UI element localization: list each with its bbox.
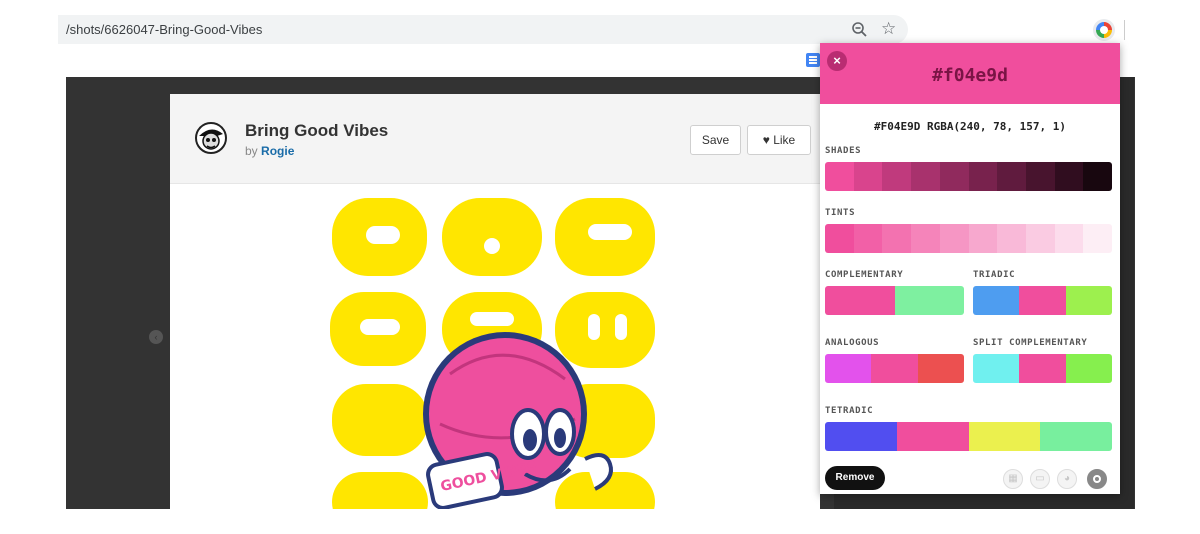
shades-swatch[interactable]	[911, 162, 940, 191]
tints-swatches	[825, 224, 1112, 253]
tints-swatch[interactable]	[853, 224, 883, 253]
tints-swatch[interactable]	[825, 224, 854, 253]
shades-swatch[interactable]	[1083, 162, 1112, 191]
save-button[interactable]: Save	[690, 125, 741, 155]
tints-swatch[interactable]	[911, 224, 940, 253]
analogous-swatches	[825, 354, 964, 383]
shades-swatch[interactable]	[939, 162, 969, 191]
shades-swatch[interactable]	[1054, 162, 1084, 191]
tetradic-swatch[interactable]	[1040, 422, 1112, 451]
triadic-label: TRIADIC	[973, 270, 1016, 280]
shot-byline: by Rogie	[245, 144, 294, 158]
split-complementary-swatch[interactable]	[1019, 354, 1066, 383]
address-bar[interactable]: /shots/6626047-Bring-Good-Vibes	[58, 15, 908, 44]
shot-card: Bring Good Vibes by Rogie Save ♥ Like GO…	[170, 94, 820, 509]
analogous-swatch[interactable]	[871, 354, 918, 383]
shades-swatch[interactable]	[825, 162, 854, 191]
shot-header: Bring Good Vibes by Rogie Save ♥ Like	[170, 94, 820, 184]
shades-swatch[interactable]	[882, 162, 912, 191]
split-complementary-swatch[interactable]	[1065, 354, 1112, 383]
tetradic-label: TETRADIC	[825, 406, 874, 416]
color-wheel-icon[interactable]	[1087, 469, 1107, 489]
byline-prefix: by	[245, 144, 258, 158]
analogous-swatch[interactable]	[917, 354, 964, 383]
triadic-swatch[interactable]	[1019, 286, 1066, 315]
url-text: /shots/6626047-Bring-Good-Vibes	[66, 22, 263, 37]
shot-title: Bring Good Vibes	[245, 121, 389, 140]
shades-swatch[interactable]	[968, 162, 998, 191]
shades-swatch[interactable]	[1025, 162, 1055, 191]
tints-swatch[interactable]	[997, 224, 1026, 253]
previous-arrow-icon[interactable]: ‹	[149, 330, 163, 344]
triadic-swatch[interactable]	[973, 286, 1020, 315]
tetradic-swatch[interactable]	[825, 422, 897, 451]
split-complementary-swatches	[973, 354, 1112, 383]
docs-extension-icon[interactable]	[806, 53, 820, 67]
toolbar-divider	[1124, 20, 1125, 40]
remove-button[interactable]: Remove	[825, 466, 885, 490]
screen: /shots/6626047-Bring-Good-Vibes ☆ ‹ Brin…	[0, 0, 1200, 534]
shades-label: SHADES	[825, 146, 862, 156]
tints-swatch[interactable]	[1025, 224, 1055, 253]
save-label: Save	[701, 133, 730, 147]
tints-swatch[interactable]	[882, 224, 912, 253]
complementary-swatches	[825, 286, 964, 315]
tints-swatch[interactable]	[1083, 224, 1112, 253]
split-complementary-label: SPLIT COMPLEMENTARY	[973, 338, 1088, 348]
heart-icon: ♥	[762, 133, 770, 147]
triadic-swatches	[973, 286, 1112, 315]
shades-swatch[interactable]	[997, 162, 1026, 191]
complementary-label: COMPLEMENTARY	[825, 270, 904, 280]
complementary-swatch[interactable]	[825, 286, 895, 315]
split-complementary-swatch[interactable]	[973, 354, 1020, 383]
close-button[interactable]: ×	[827, 51, 847, 71]
remove-label: Remove	[835, 472, 875, 483]
tetradic-swatch[interactable]	[896, 422, 969, 451]
like-button[interactable]: ♥ Like	[747, 125, 811, 155]
close-icon: ×	[833, 53, 841, 68]
zoom-out-icon[interactable]	[851, 21, 869, 39]
color-picker-extension-icon[interactable]	[1093, 19, 1115, 41]
hex-color-input[interactable]	[900, 63, 1040, 87]
analogous-swatch[interactable]	[825, 354, 872, 383]
tints-swatch[interactable]	[1054, 224, 1084, 253]
analogous-label: ANALOGOUS	[825, 338, 880, 348]
palette-icon[interactable]: ◕	[1057, 469, 1077, 489]
author-link[interactable]: Rogie	[261, 144, 294, 158]
picker-header: ×	[820, 43, 1120, 104]
tints-swatch[interactable]	[939, 224, 969, 253]
color-readout: #F04E9D RGBA(240, 78, 157, 1)	[873, 120, 1067, 133]
like-label: Like	[773, 133, 796, 147]
layout-icon[interactable]: ▭	[1030, 469, 1050, 489]
bookmark-star-icon[interactable]: ☆	[881, 19, 896, 39]
color-picker-popup: × #F04E9D RGBA(240, 78, 157, 1) SHADES T…	[820, 43, 1120, 494]
palette-grid-icon[interactable]: ▦	[1003, 469, 1023, 489]
avatar[interactable]	[195, 122, 227, 154]
triadic-swatch[interactable]	[1065, 286, 1112, 315]
tints-swatch[interactable]	[968, 224, 998, 253]
shades-swatch[interactable]	[853, 162, 883, 191]
tetradic-swatches	[825, 422, 1112, 451]
shades-swatches	[825, 162, 1112, 191]
shot-artwork: GOOD VIBES	[330, 198, 655, 509]
complementary-swatch[interactable]	[894, 286, 964, 315]
tints-label: TINTS	[825, 208, 856, 218]
tetradic-swatch[interactable]	[968, 422, 1041, 451]
